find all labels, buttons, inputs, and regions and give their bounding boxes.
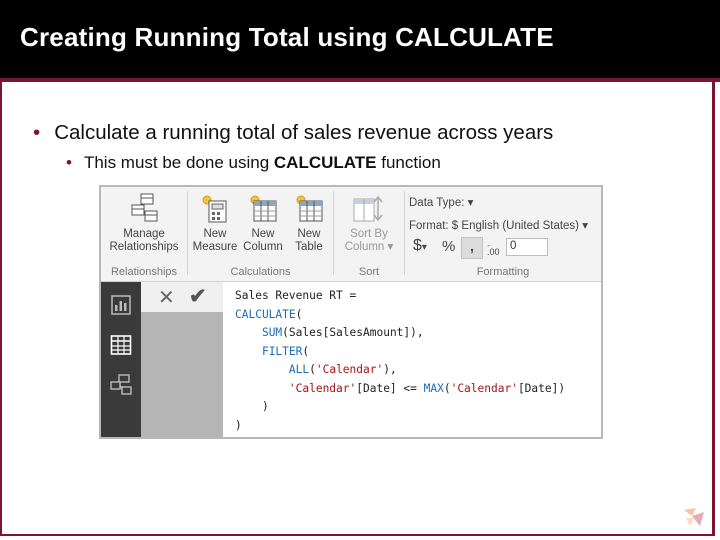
code-text: ) bbox=[235, 418, 242, 432]
sort-by-label-1: Sort By bbox=[350, 228, 388, 240]
code-function: SUM bbox=[261, 326, 283, 339]
group-label-formatting: Formatting bbox=[476, 266, 530, 278]
code-function: MAX bbox=[423, 381, 444, 395]
new-measure-label-1: New bbox=[203, 228, 227, 240]
new-measure-button[interactable]: New Measure bbox=[192, 193, 238, 254]
code-text: Sales Revenue RT = bbox=[235, 289, 357, 302]
group-label-sort: Sort bbox=[358, 266, 380, 278]
corner-logo-icon bbox=[684, 508, 704, 526]
code-text: [Date]) bbox=[517, 381, 566, 395]
code-text: ) bbox=[235, 400, 269, 413]
new-column-button[interactable]: New Column bbox=[240, 193, 286, 254]
sort-by-label-2: Column bbox=[344, 241, 385, 253]
manage-relationships-icon bbox=[131, 193, 158, 222]
group-label-calculations: Calculations bbox=[230, 266, 291, 278]
formula-bar-controls: ✕ ✔ bbox=[141, 282, 223, 312]
bullet-dot: • bbox=[33, 121, 41, 144]
code-function: ALL bbox=[288, 363, 310, 376]
code-line: 'Calendar'[Date] <= MAX('Calendar'[Date]… bbox=[235, 380, 565, 399]
new-table-icon bbox=[296, 195, 323, 222]
chevron-down-icon: ▾ bbox=[467, 197, 474, 209]
code-function: FILTER bbox=[261, 344, 303, 358]
svg-text:.00: .00 bbox=[487, 247, 500, 257]
relationships-view-icon[interactable] bbox=[110, 374, 132, 396]
group-formatting: Data Type: ▾ Format: $ English (United S… bbox=[405, 187, 601, 281]
commit-icon[interactable]: ✔ bbox=[189, 284, 207, 309]
report-view-icon[interactable] bbox=[110, 294, 132, 316]
bullet1-text: Calculate a running total of sales reven… bbox=[54, 121, 554, 144]
chevron-down-icon: ▾ bbox=[421, 242, 427, 253]
slide-title: Creating Running Total using CALCULATE bbox=[20, 22, 554, 52]
powerbi-screenshot: Manage Relationships Relationships New M… bbox=[99, 185, 603, 439]
code-line: Sales Revenue RT = bbox=[235, 287, 356, 306]
manage-label-2: Relationships bbox=[109, 241, 179, 253]
manage-label-1: Manage bbox=[123, 228, 165, 240]
bullet-level1: • Calculate a running total of sales reve… bbox=[33, 121, 553, 145]
new-table-label-2: Table bbox=[295, 241, 323, 253]
group-sort: Sort By Column ▾ Sort bbox=[334, 187, 404, 281]
percent-button[interactable]: % bbox=[442, 238, 455, 255]
code-line: ALL('Calendar'), bbox=[235, 361, 397, 380]
dollar-icon: $ bbox=[413, 237, 422, 254]
title-bar: Creating Running Total using CALCULATE bbox=[0, 0, 720, 78]
code-string: 'Calendar' bbox=[288, 381, 357, 395]
data-type-dropdown[interactable]: Data Type: ▾ bbox=[409, 195, 473, 209]
sort-by-column-icon bbox=[353, 195, 383, 222]
code-string: 'Calendar' bbox=[315, 363, 384, 376]
data-view-icon[interactable] bbox=[110, 334, 132, 356]
currency-button[interactable]: $▾ bbox=[413, 237, 427, 255]
comma-style-button[interactable]: , bbox=[461, 237, 483, 259]
code-line: CALCULATE( bbox=[235, 306, 302, 325]
new-column-icon bbox=[250, 195, 277, 222]
code-text: (Sales[SalesAmount]), bbox=[282, 326, 424, 339]
new-column-label-2: Column bbox=[243, 241, 283, 253]
new-measure-label-2: Measure bbox=[192, 241, 238, 253]
bullet2-prefix: This must be done using bbox=[83, 153, 274, 172]
code-function: CALCULATE bbox=[235, 307, 296, 321]
comma-icon: , bbox=[470, 238, 474, 254]
code-text: ( bbox=[309, 363, 316, 376]
chevron-down-icon: ▾ bbox=[387, 241, 394, 253]
data-type-label: Data Type: bbox=[409, 197, 465, 209]
group-label-relationships: Relationships bbox=[110, 266, 178, 278]
code-line: FILTER( bbox=[235, 343, 309, 362]
code-text: ( bbox=[302, 344, 310, 358]
bullet-level2: • This must be done using CALCULATE funct… bbox=[66, 153, 441, 173]
percent-icon: % bbox=[442, 238, 456, 255]
code-text: ), bbox=[383, 363, 397, 376]
manage-relationships-button[interactable]: Manage Relationships bbox=[103, 193, 185, 254]
bullet2-suffix: function bbox=[376, 153, 441, 172]
code-text: ( bbox=[295, 307, 303, 321]
group-calculations: New Measure New Column New Table Calcula… bbox=[188, 187, 333, 281]
dax-formula-editor[interactable]: Sales Revenue RT = CALCULATE( SUM(Sales[… bbox=[225, 284, 599, 436]
group-relationships: Manage Relationships Relationships bbox=[101, 187, 187, 281]
new-table-label-1: New bbox=[297, 228, 321, 240]
format-dropdown[interactable]: Format: $ English (United States) ▾ bbox=[409, 218, 588, 232]
formula-bar-gutter: ✕ ✔ bbox=[141, 282, 223, 437]
code-line: ) bbox=[235, 417, 242, 436]
decimal-places-input[interactable]: 0 bbox=[506, 238, 548, 256]
ribbon: Manage Relationships Relationships New M… bbox=[101, 187, 601, 282]
new-table-button[interactable]: New Table bbox=[287, 193, 331, 254]
decimal-places-icon: ← .00 bbox=[486, 242, 500, 257]
format-label: Format: $ English (United States) bbox=[409, 220, 580, 232]
new-column-label-1: New bbox=[251, 228, 275, 240]
code-string: 'Calendar' bbox=[450, 381, 518, 395]
code-line: SUM(Sales[SalesAmount]), bbox=[235, 324, 424, 343]
new-measure-icon bbox=[202, 195, 227, 223]
chevron-down-icon: ▾ bbox=[582, 220, 588, 232]
bullet-dot: • bbox=[66, 153, 72, 172]
code-text: [Date] <= bbox=[356, 381, 424, 395]
code-text: ( bbox=[443, 381, 451, 395]
view-nav-bar bbox=[101, 282, 141, 437]
code-line: ) bbox=[235, 398, 269, 417]
bullet2-bold: CALCULATE bbox=[273, 153, 377, 172]
sort-by-column-button[interactable]: Sort By Column ▾ bbox=[340, 193, 398, 254]
cancel-icon[interactable]: ✕ bbox=[158, 285, 175, 310]
